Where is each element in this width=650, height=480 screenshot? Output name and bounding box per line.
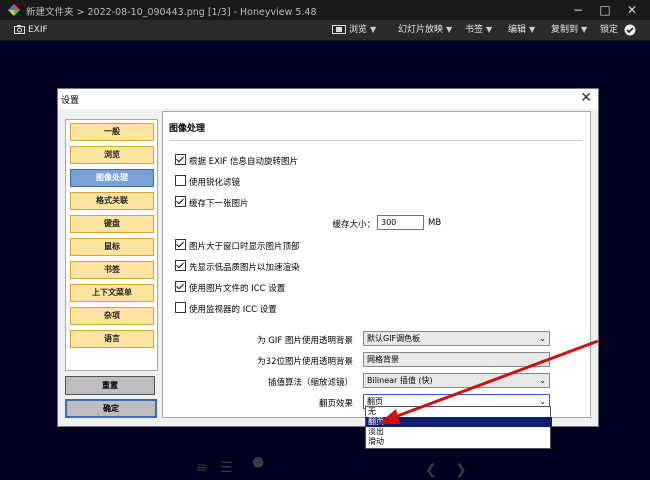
- annotation-arrow-icon: [378, 339, 599, 424]
